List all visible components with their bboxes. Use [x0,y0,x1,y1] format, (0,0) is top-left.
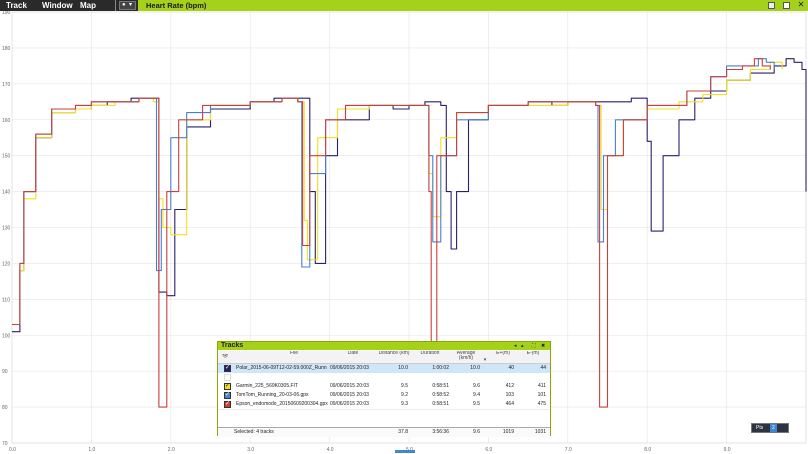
track-duration: 0:58:51 [432,401,449,407]
track-eplus: 412 [505,383,514,389]
total-distance: 37.8 [398,429,408,435]
track-duration: 1:00:02 [432,365,449,371]
track-visible-checkbox[interactable]: ✓ [224,383,231,390]
track-visible-checkbox[interactable]: ✓ [224,365,231,372]
restore-icon[interactable] [783,2,790,9]
track-average: 9.6 [473,383,480,389]
y-tick-label: 90 [2,369,8,375]
menu-map[interactable]: Map [80,0,96,11]
mode-dropdown[interactable]: ● ▾ [119,1,136,10]
visibility-eye-icon[interactable]: 👁 [222,354,228,359]
total-duration: 3:56:36 [432,429,449,435]
track-eminus: 101 [537,392,546,398]
track-average: 9.4 [473,392,480,398]
track-visible-checkbox[interactable] [224,374,231,381]
track-date: 09/06/2015 20:03 [330,383,369,389]
total-eminus: 1031 [534,429,546,435]
y-tick-label: 160 [2,118,11,124]
track-file: Epson_endomodo_20150609200304.gpx [236,401,328,407]
tracks-table-header: 👁 File Date Distance (km) Duration Avera… [218,351,550,364]
chevron-down-icon: ▾ [129,2,133,8]
track-visible-checkbox[interactable]: ✓ [224,392,231,399]
track-date: 09/06/2015 20:03 [330,401,369,407]
sort-desc-icon: ▾ [483,358,487,363]
col-date[interactable]: Date [328,351,378,356]
menu-window[interactable]: Window [42,0,73,11]
y-tick-label: 170 [2,82,11,88]
track-row[interactable]: ✓ Epson_endomodo_20150609200304.gpx 09/06/… [218,400,550,410]
tracks-panel-header: Tracks ◂ ▴ ⛶ ✖ [218,342,550,350]
x-tick-label: 7.0 [565,447,572,453]
col-average[interactable]: Average (km/h) [450,351,482,361]
y-tick-label: 70 [2,441,8,447]
track-eplus: 103 [505,392,514,398]
track-date: 09/06/2015 20:03 [330,365,369,371]
track-eplus: 40 [508,365,514,371]
col-eplus[interactable]: E+(m) [488,351,518,356]
x-tick-label: 4.0 [327,447,334,453]
maximize-icon[interactable]: ⛶ [532,342,536,350]
total-eplus: 1019 [502,429,514,435]
menu-separator [115,0,116,11]
x-tick-label: 9.0 [724,447,731,453]
mini-nav-label: Pts [756,425,764,431]
y-tick-label: 130 [2,226,11,232]
close-icon[interactable]: ✕ [797,1,805,9]
y-tick-label: 140 [2,190,11,196]
x-tick-label: 3.0 [247,447,254,453]
total-average: 9.6 [473,429,480,435]
export-icon[interactable] [768,2,775,9]
track-distance: 9.3 [401,401,408,407]
chart-title: Heart Rate (bpm) [146,1,207,10]
track-eplus: 464 [505,401,514,407]
mini-nav-value[interactable]: 2 [770,424,777,432]
y-tick-label: 100 [2,333,11,339]
y-tick-label: 190 [2,11,11,16]
timeline-scroll-thumb[interactable] [395,450,415,453]
track-file: Polar_2015-06-09T12-02-59.000Z_Runn [236,365,327,371]
y-tick-label: 150 [2,154,11,160]
mode-dot-icon: ● [122,2,126,8]
track-eminus: 411 [538,383,546,389]
track-duration: 0:58:52 [432,392,449,398]
tracks-panel-title: Tracks [221,342,244,349]
track-average: 9.5 [473,401,480,407]
track-file: TomTom_Running_20-03-06.gpx [236,392,309,398]
track-eminus: 475 [537,401,546,407]
y-tick-label: 110 [2,297,10,303]
track-distance: 10.0 [398,365,408,371]
col-eminus[interactable]: E-(m) [518,351,548,356]
mini-navigator[interactable]: Pts 2 [751,423,789,433]
col-distance[interactable]: Distance (km) [378,351,410,356]
x-tick-label: 8.0 [644,447,651,453]
track-date: 09/06/2015 20:03 [330,392,369,398]
collapse-left-icon[interactable]: ◂ [514,342,517,350]
y-tick-label: 180 [2,46,11,52]
close-panel-icon[interactable]: ✖ [541,342,545,350]
track-visible-checkbox[interactable]: ✓ [224,401,231,408]
track-eminus: 44 [540,365,546,371]
track-average: 10.0 [470,365,480,371]
tracks-panel: Tracks ◂ ▴ ⛶ ✖ 👁 File Date Distance (km)… [217,341,551,437]
col-duration[interactable]: Duration [411,351,449,356]
y-tick-label: 120 [2,261,11,267]
track-distance: 9.5 [401,383,408,389]
tracks-table-footer: Selected: 4 tracks 37.8 3:56:36 9.6 1019… [218,427,550,437]
x-tick-label: 1.0 [88,447,95,453]
menu-track[interactable]: Track [6,0,27,11]
track-distance: 9.2 [401,392,408,398]
x-tick-label: 6.0 [485,447,492,453]
selected-count: Selected: 4 tracks [234,429,274,435]
y-tick-label: 80 [2,405,8,411]
collapse-up-icon[interactable]: ▴ [521,342,524,350]
chart-title-bar: Heart Rate (bpm) ✕ [138,0,808,11]
track-file: Garmin_225_569K0305.FIT [236,383,298,389]
x-tick-label: 0.0 [9,447,16,453]
x-tick-label: 2.0 [168,447,175,453]
track-duration: 0:58:51 [432,383,449,389]
